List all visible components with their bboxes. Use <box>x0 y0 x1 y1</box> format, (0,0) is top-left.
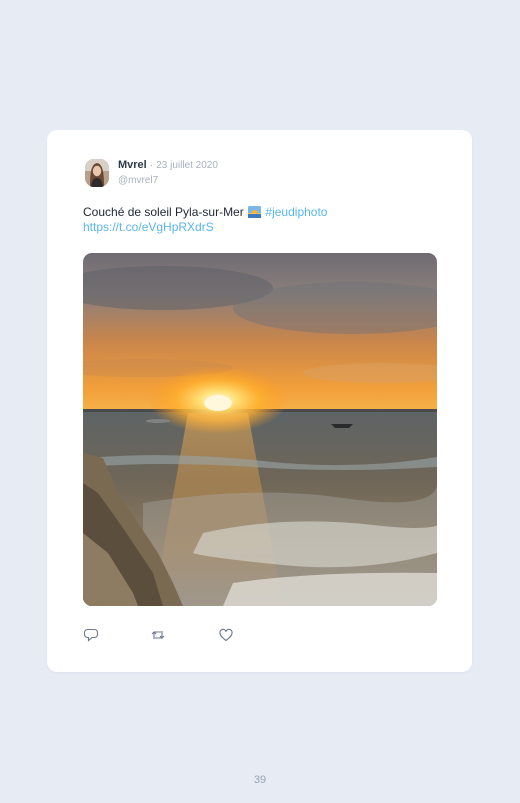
author-info: Mvrel · 23 juillet 2020 @mvrel7 <box>118 158 218 187</box>
tweet-card: Mvrel · 23 juillet 2020 @mvrel7 Couché d… <box>47 130 472 672</box>
page-number: 39 <box>253 774 267 786</box>
hashtag-link[interactable]: #jeudiphoto <box>265 205 327 219</box>
sunset-photo[interactable] <box>83 253 437 606</box>
author-display-name[interactable]: Mvrel <box>118 159 147 171</box>
avatar[interactable] <box>85 159 109 187</box>
tweet-date[interactable]: 23 juillet 2020 <box>156 160 218 171</box>
tweet-text: Couché de soleil Pyla-sur-Mer #jeudiphot… <box>83 205 423 235</box>
reply-icon[interactable] <box>83 627 99 643</box>
sunrise-emoji-icon <box>248 206 262 218</box>
retweet-icon[interactable] <box>150 627 166 643</box>
author-handle[interactable]: @mvrel7 <box>118 174 218 187</box>
separator-dot: · <box>149 160 154 171</box>
tweet-header: Mvrel · 23 juillet 2020 @mvrel7 <box>85 158 218 187</box>
tweet-body-text: Couché de soleil Pyla-sur-Mer <box>83 205 244 219</box>
tweet-url-link[interactable]: https://t.co/eVgHpRXdrS <box>83 220 214 234</box>
like-icon[interactable] <box>218 627 234 643</box>
